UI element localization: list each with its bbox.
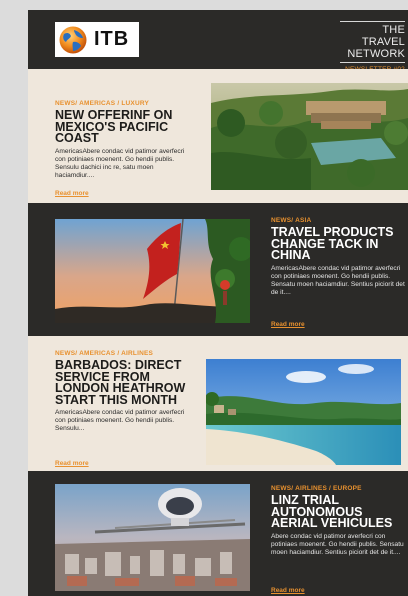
newsletter-header: ITB THE TRAVEL NETWORK NEWSLETTER #02 (28, 10, 408, 73)
newsletter: ITB THE TRAVEL NETWORK NEWSLETTER #02 NE… (28, 10, 408, 596)
globe-icon (59, 26, 87, 53)
drone-photo[interactable] (55, 484, 250, 591)
article-body: AmericasAbere condac vid patimor averfec… (55, 147, 185, 179)
resort-image (211, 83, 408, 190)
article-card: NEWS/ AMERICAS / AIRLINES BARBADOS: DIRE… (28, 336, 408, 471)
article-card: NEWS/ ASIA TRAVEL PRODUCTS CHANGE TACK I… (28, 203, 408, 336)
aerial-vehicle-image (55, 484, 250, 591)
read-more-link[interactable]: Read more (271, 321, 305, 328)
brand-rule (340, 62, 405, 63)
china-photo[interactable] (55, 219, 250, 323)
read-more-link[interactable]: Read more (55, 460, 89, 467)
brand-rule (340, 21, 405, 22)
brand-title-line1: THE TRAVEL (361, 24, 405, 48)
article-tag: NEWS/ AMERICAS / LUXURY (55, 100, 150, 107)
article-title[interactable]: TRAVEL PRODUCTS CHANGE TACK IN CHINA (271, 226, 406, 262)
resort-photo[interactable] (211, 83, 408, 190)
article-tag: NEWS/ AMERICAS / AIRLINES (55, 350, 154, 357)
article-title[interactable]: NEW OFFERINF ON MEXICO'S PACIFIC COAST (55, 109, 190, 145)
article-tag: NEWS/ AIRLINES / EUROPE (271, 485, 362, 492)
brand-block: THE TRAVEL NETWORK NEWSLETTER #02 (340, 21, 405, 73)
article-text: NEWS/ AMERICAS / LUXURY NEW OFFERINF ON … (55, 100, 190, 180)
beach-photo[interactable] (206, 359, 401, 465)
read-more-link[interactable]: Read more (271, 587, 305, 594)
article-body: AmericasAbere condac vid patimor averfec… (55, 409, 185, 432)
article-text: NEWS/ AMERICAS / AIRLINES BARBADOS: DIRE… (55, 350, 190, 433)
beach-image (206, 359, 401, 465)
read-more-link[interactable]: Read more (55, 190, 89, 197)
china-flag-image (55, 219, 250, 323)
article-body: AmericasAbere condac vid patimor averfec… (271, 264, 405, 296)
article-title[interactable]: LINZ TRIAL AUTONOMOUS AERIAL VEHICULES (271, 494, 406, 530)
itb-logo[interactable]: ITB (55, 22, 139, 57)
logo-text: ITB (94, 28, 130, 50)
article-text: NEWS/ ASIA TRAVEL PRODUCTS CHANGE TACK I… (271, 217, 406, 297)
article-card: NEWS/ AMERICAS / LUXURY NEW OFFERINF ON … (28, 69, 408, 203)
article-tag: NEWS/ ASIA (271, 217, 312, 224)
article-title[interactable]: BARBADOS: DIRECT SERVICE FROM LONDON HEA… (55, 359, 190, 406)
brand-title-line2: NETWORK (347, 48, 405, 60)
article-text: NEWS/ AIRLINES / EUROPE LINZ TRIAL AUTON… (271, 485, 406, 557)
article-body: Abere condac vid patimor averfecri con p… (271, 532, 404, 556)
article-card: NEWS/ AIRLINES / EUROPE LINZ TRIAL AUTON… (28, 471, 408, 596)
